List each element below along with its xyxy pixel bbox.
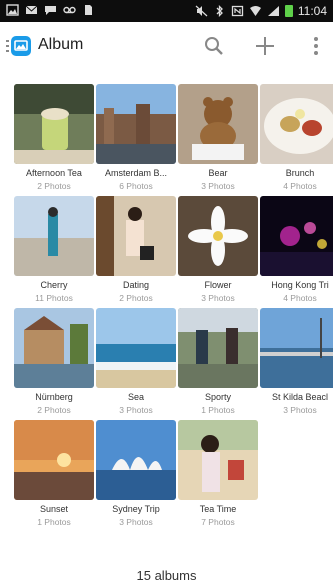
album-tile[interactable]: Hong Kong Tri 4 Photos: [260, 196, 333, 308]
album-name: Hong Kong Tri: [271, 280, 329, 290]
album-thumbnail: [178, 308, 258, 388]
album-count-summary: 15 albums: [136, 568, 197, 583]
album-name: Tea Time: [199, 504, 237, 514]
album-count: 3 Photos: [201, 181, 235, 191]
album-name: St Kilda Beacl: [271, 392, 329, 402]
voicemail-icon: [63, 6, 76, 14]
album-tile[interactable]: Afternoon Tea 2 Photos: [14, 84, 94, 196]
album-tile[interactable]: Tea Time 7 Photos: [178, 420, 258, 532]
album-name: Nürnberg: [35, 392, 73, 402]
album-name: Cherry: [40, 280, 68, 290]
album-thumbnail: [96, 420, 176, 500]
album-name: Brunch: [285, 168, 315, 178]
album-count: 4 Photos: [283, 293, 317, 303]
album-thumbnail: [178, 84, 258, 164]
album-count: 3 Photos: [119, 405, 153, 415]
album-tile[interactable]: Bear 3 Photos: [178, 84, 258, 196]
album-thumbnail: [96, 196, 176, 276]
add-button[interactable]: [251, 32, 279, 60]
album-tile[interactable]: Dating 2 Photos: [96, 196, 176, 308]
doc-icon: [85, 5, 92, 15]
app-title: Album: [38, 36, 84, 53]
chat-icon: [45, 6, 56, 15]
album-name: Sydney Trip: [112, 504, 160, 514]
album-thumbnail: [14, 196, 94, 276]
album-count: 2 Photos: [37, 181, 71, 191]
album-count: 2 Photos: [119, 293, 153, 303]
album-name: Dating: [122, 280, 149, 290]
album-count: 7 Photos: [201, 517, 235, 527]
wifi-icon: [249, 6, 261, 16]
mail-icon: [25, 5, 38, 14]
album-count: 3 Photos: [201, 293, 235, 303]
search-icon: [205, 37, 223, 55]
album-name: Sunset: [39, 504, 69, 514]
battery-icon: [284, 5, 293, 17]
overflow-menu-icon: [314, 37, 318, 55]
album-count: 1 Photos: [201, 405, 235, 415]
album-thumbnail: [96, 84, 176, 164]
mute-icon: [195, 5, 208, 17]
album-tile[interactable]: Sunset 1 Photos: [14, 420, 94, 532]
album-count: 4 Photos: [283, 181, 317, 191]
album-count: 11 Photos: [35, 293, 73, 303]
album-tile[interactable]: Flower 3 Photos: [178, 196, 258, 308]
nfc-icon: [231, 5, 244, 17]
album-thumbnail: [178, 420, 258, 500]
album-count: 3 Photos: [119, 517, 153, 527]
album-thumbnail: [260, 196, 333, 276]
album-name: Afternoon Tea: [26, 168, 82, 178]
album-tile[interactable]: Sea 3 Photos: [96, 308, 176, 420]
album-thumbnail: [14, 84, 94, 164]
album-name: Sea: [127, 392, 144, 402]
album-name: Bear: [208, 168, 228, 178]
album-thumbnail: [260, 308, 333, 388]
album-thumbnail: [260, 84, 333, 164]
search-button[interactable]: [200, 32, 228, 60]
app-bar: Album: [0, 22, 333, 70]
album-tile[interactable]: Amsterdam B... 6 Photos: [96, 84, 176, 196]
album-name: Sporty: [204, 392, 231, 402]
album-tile[interactable]: St Kilda Beacl 3 Photos: [260, 308, 333, 420]
album-thumbnail: [14, 420, 94, 500]
album-name: Amsterdam B...: [104, 168, 167, 178]
album-count: 2 Photos: [37, 405, 71, 415]
album-tile[interactable]: Nürnberg 2 Photos: [14, 308, 94, 420]
clock: 11:04: [297, 4, 327, 18]
album-count: 3 Photos: [283, 405, 317, 415]
album-name: Flower: [204, 280, 232, 290]
album-tile[interactable]: Sporty 1 Photos: [178, 308, 258, 420]
bluetooth-icon: [216, 5, 223, 17]
signal-icon: [267, 6, 279, 16]
album-app-icon[interactable]: [6, 34, 32, 58]
album-tile[interactable]: Cherry 11 Photos: [14, 196, 94, 308]
overflow-menu-button[interactable]: [302, 32, 330, 60]
image-icon: [6, 4, 19, 16]
album-count: 1 Photos: [37, 517, 71, 527]
album-count: 6 Photos: [119, 181, 153, 191]
album-tile[interactable]: Brunch 4 Photos: [260, 84, 333, 196]
album-thumbnail: [178, 196, 258, 276]
album-tile[interactable]: Sydney Trip 3 Photos: [96, 420, 176, 532]
album-thumbnail: [14, 308, 94, 388]
status-bar: 11:04: [0, 0, 333, 22]
album-thumbnail: [96, 308, 176, 388]
add-icon: [256, 37, 274, 55]
